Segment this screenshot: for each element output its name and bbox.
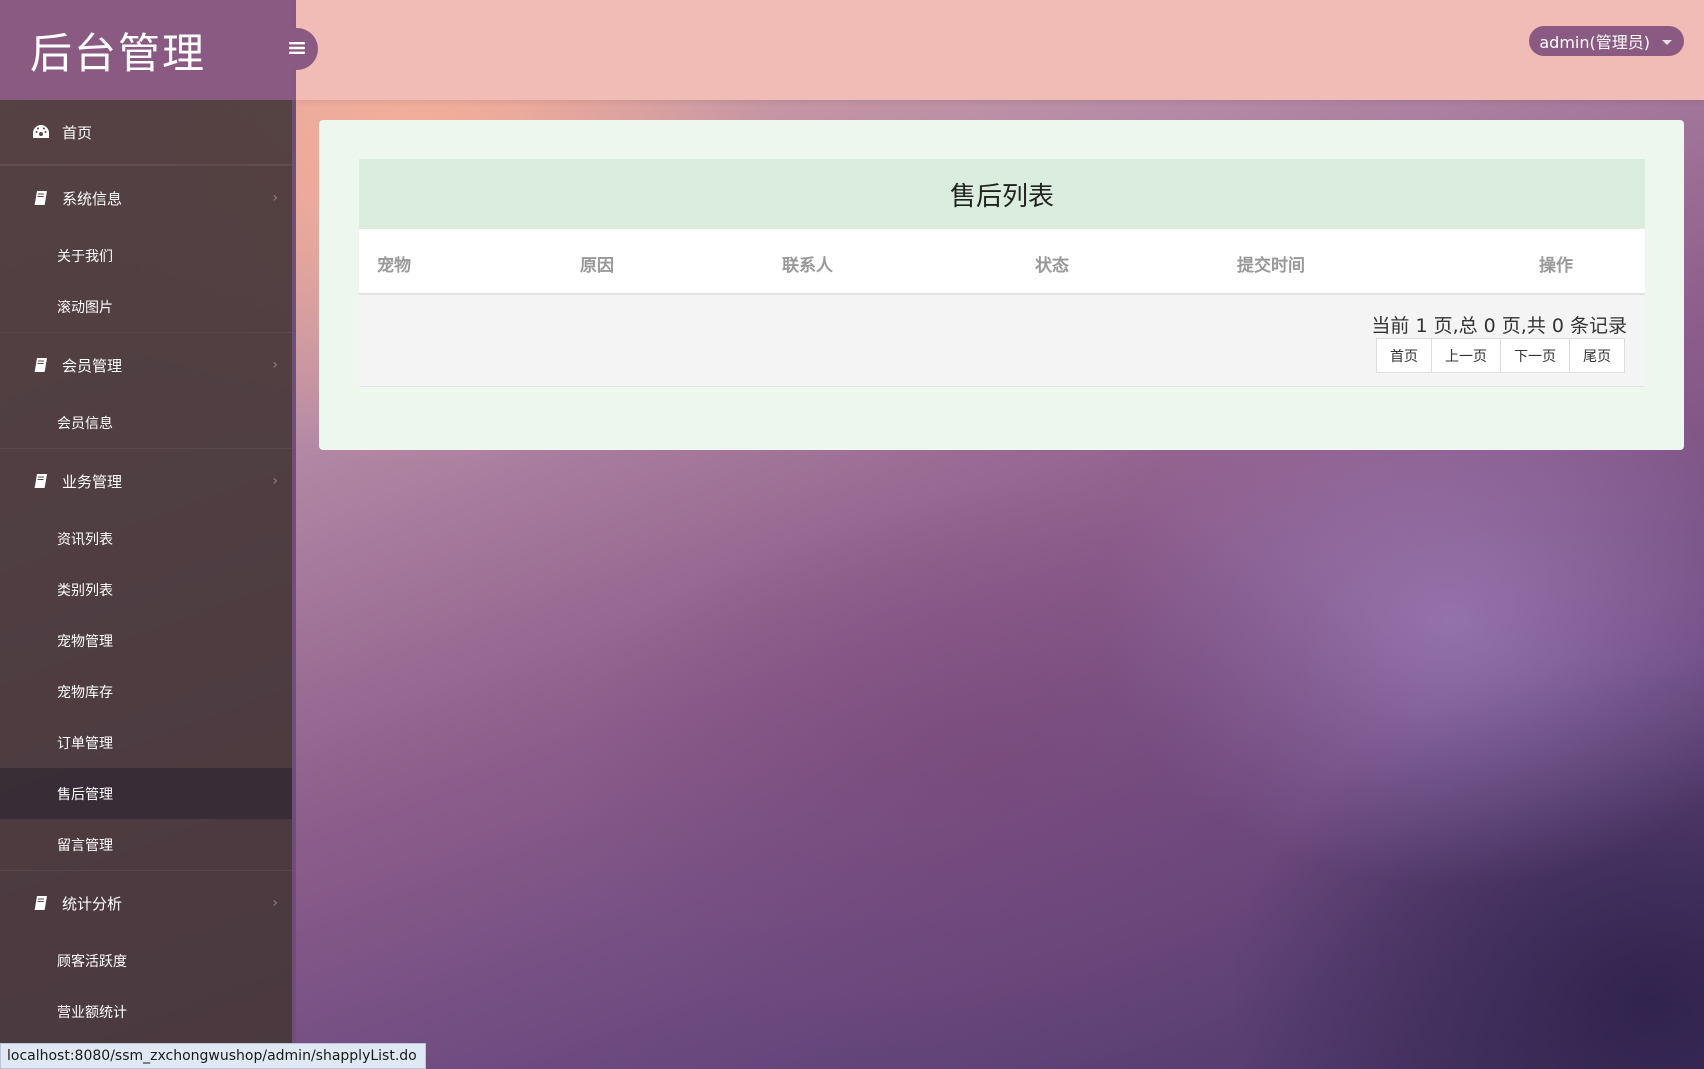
sidebar-group-label: 会员管理: [62, 356, 123, 375]
sidebar-item-label: 首页: [62, 123, 93, 142]
user-label: admin(管理员): [1539, 33, 1650, 52]
column-header-status: 状态: [1035, 256, 1069, 276]
sidebar-item-revenue[interactable]: 营业额统计: [0, 986, 296, 1037]
sidebar-group-label: 统计分析: [62, 894, 123, 913]
sidebar-group-label: 系统信息: [62, 189, 123, 208]
chevron-right-icon: ›: [272, 190, 278, 206]
dashboard-icon: [30, 123, 52, 141]
sidebar-group-business[interactable]: 业务管理 ›: [0, 448, 296, 513]
top-navbar: admin(管理员): [296, 0, 1704, 100]
pagination-info: 当前 1 页,总 0 页,共 0 条记录: [1371, 315, 1627, 337]
chevron-right-icon: ›: [272, 473, 278, 489]
sidebar-item-customer-activity[interactable]: 顾客活跃度: [0, 935, 296, 986]
book-icon: [30, 189, 52, 207]
column-header-reason: 原因: [580, 256, 614, 276]
column-header-pet: 宠物: [377, 256, 411, 276]
status-bar-url: localhost:8080/ssm_zxchongwushop/admin/s…: [0, 1043, 426, 1069]
sidebar-group-members[interactable]: 会员管理 ›: [0, 332, 296, 397]
menu-icon: [289, 40, 305, 59]
sidebar-group-system[interactable]: 系统信息 ›: [0, 165, 296, 230]
table-footer: 当前 1 页,总 0 页,共 0 条记录 首页 上一页 下一页 尾页: [359, 295, 1645, 387]
book-icon: [30, 894, 52, 912]
column-header-contact: 联系人: [782, 256, 833, 276]
sidebar-item-orders[interactable]: 订单管理: [0, 717, 296, 768]
chevron-right-icon: ›: [272, 895, 278, 911]
user-menu-button[interactable]: admin(管理员): [1529, 26, 1684, 56]
sidebar-item-categories[interactable]: 类别列表: [0, 564, 296, 615]
sidebar-toggle-button[interactable]: [276, 28, 318, 70]
column-header-actions: 操作: [1539, 256, 1573, 276]
first-page-button[interactable]: 首页: [1376, 338, 1432, 373]
sidebar-item-news[interactable]: 资讯列表: [0, 513, 296, 564]
pagination: 首页 上一页 下一页 尾页: [1376, 338, 1625, 373]
chevron-right-icon: ›: [272, 357, 278, 373]
brand-title: 后台管理: [0, 0, 296, 100]
sidebar-group-stats[interactable]: 统计分析 ›: [0, 870, 296, 935]
next-page-button[interactable]: 下一页: [1500, 338, 1570, 373]
page-title: 售后列表: [359, 159, 1645, 229]
sidebar: 后台管理 首页 系统信息 › 关于我们 滚动图片 会员管理 › 会员信息 业务管…: [0, 0, 296, 1069]
sidebar-item-after-sales[interactable]: 售后管理: [0, 768, 296, 819]
prev-page-button[interactable]: 上一页: [1431, 338, 1501, 373]
sidebar-item-pet-stock[interactable]: 宠物库存: [0, 666, 296, 717]
caret-down-icon: [1662, 40, 1672, 45]
book-icon: [30, 356, 52, 374]
sidebar-nav: 首页 系统信息 › 关于我们 滚动图片 会员管理 › 会员信息 业务管理 › 资…: [0, 100, 296, 1037]
sidebar-item-messages[interactable]: 留言管理: [0, 819, 296, 870]
sidebar-item-about[interactable]: 关于我们: [0, 230, 296, 281]
sidebar-item-home[interactable]: 首页: [0, 100, 296, 165]
sidebar-item-pets[interactable]: 宠物管理: [0, 615, 296, 666]
book-icon: [30, 472, 52, 490]
column-header-submit-time: 提交时间: [1237, 256, 1305, 276]
sidebar-item-member-info[interactable]: 会员信息: [0, 397, 296, 448]
sidebar-group-label: 业务管理: [62, 472, 123, 491]
content-panel: 售后列表 宠物 原因 联系人 状态 提交时间 操作 当前 1 页,总 0 页,共…: [319, 120, 1684, 450]
table-header: 宠物 原因 联系人 状态 提交时间 操作: [359, 229, 1645, 295]
after-sales-card: 售后列表 宠物 原因 联系人 状态 提交时间 操作 当前 1 页,总 0 页,共…: [359, 159, 1645, 387]
sidebar-item-carousel[interactable]: 滚动图片: [0, 281, 296, 332]
last-page-button[interactable]: 尾页: [1569, 338, 1625, 373]
